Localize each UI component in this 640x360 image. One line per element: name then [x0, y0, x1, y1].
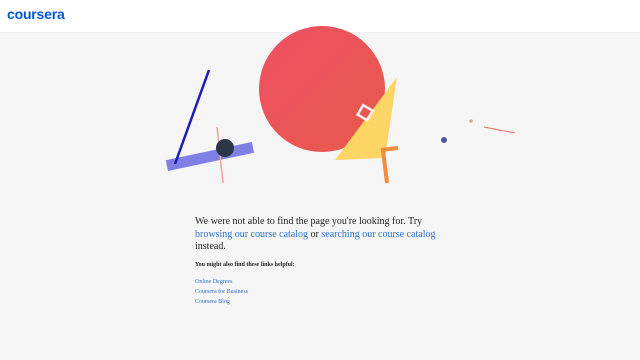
error-text-tail: instead.	[195, 241, 226, 252]
coursera-for-business-link[interactable]: Coursera for Business	[195, 287, 248, 297]
helpful-heading: You might also find these links helpful:	[195, 262, 295, 268]
small-blue-dot	[441, 137, 447, 143]
error-text-line1: We were not able to find the page you're…	[195, 216, 423, 227]
error-connector: or	[308, 228, 322, 240]
orange-angle-shape	[380, 146, 399, 152]
dark-circle-shape	[216, 139, 234, 157]
error-message: We were not able to find the page you're…	[195, 216, 455, 254]
blue-line-shape	[173, 69, 211, 165]
coursera-blog-link[interactable]: Coursera Blog	[195, 297, 248, 307]
orange-angle-stem	[381, 149, 389, 184]
helpful-links: Online Degrees Coursera for Business Cou…	[195, 277, 248, 307]
small-red-line	[483, 126, 516, 134]
online-degrees-link[interactable]: Online Degrees	[195, 277, 248, 287]
search-catalog-link[interactable]: searching our course catalog	[321, 229, 435, 240]
error-illustration	[165, 26, 516, 184]
browse-catalog-link[interactable]: browsing our course catalog	[195, 229, 308, 240]
small-pink-dot	[469, 119, 473, 123]
